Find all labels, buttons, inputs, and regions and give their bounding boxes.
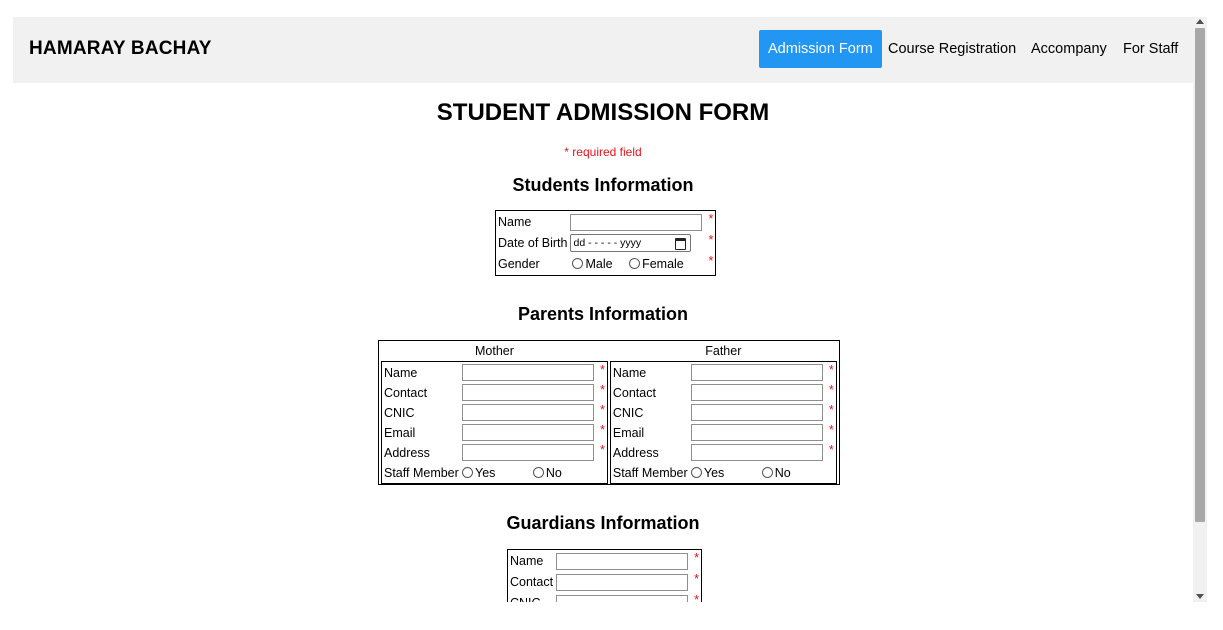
required-marker: * (708, 254, 714, 268)
mother-contact-input[interactable] (462, 384, 594, 401)
required-marker: * (828, 383, 834, 397)
mother-email-label: Email (384, 425, 416, 440)
brand-logo-text[interactable]: HAMARAY BACHAY (29, 38, 212, 60)
nav-link-course-registration[interactable]: Course Registration (879, 30, 1025, 68)
mother-column-heading: Mother (474, 344, 514, 358)
student-dob-label: Date of Birth (498, 236, 568, 250)
required-marker: * (600, 423, 605, 437)
required-marker: * (708, 212, 714, 226)
mother-name-label: Name (384, 365, 418, 380)
mother-contact-label: Contact (384, 385, 428, 400)
mother-staff-no-radio[interactable] (532, 466, 544, 478)
student-name-input[interactable] (570, 213, 703, 231)
father-contact-input[interactable] (690, 384, 823, 401)
nav-link-admission-form[interactable]: Admission Form (759, 30, 882, 68)
guardian-name-label: Name (510, 554, 544, 568)
father-column-heading: Father (705, 344, 742, 358)
required-marker: * (828, 443, 834, 457)
guardian-cnic-input[interactable] (556, 594, 689, 602)
required-marker: * (694, 551, 699, 565)
guardian-info-table: Name * Contact * CNIC * (507, 549, 702, 602)
nav-link-accompany[interactable]: Accompany (1022, 30, 1116, 68)
gender-male-radio[interactable] (572, 258, 584, 269)
father-contact-label: Contact (612, 385, 656, 400)
guardian-cnic-label: CNIC (509, 593, 554, 602)
father-cnic-input[interactable] (690, 404, 823, 421)
page-viewport: HAMARAY BACHAY Admission Form Course Reg… (13, 17, 1193, 602)
guardian-contact-label: Contact (510, 575, 554, 589)
scroll-down-arrow-icon[interactable] (1196, 594, 1204, 599)
required-marker: * (600, 363, 605, 377)
scrollbar-thumb[interactable] (1195, 28, 1205, 522)
required-marker: * (600, 403, 605, 417)
father-name-label: Name (612, 365, 647, 380)
mother-name-input[interactable] (462, 364, 594, 381)
mother-staff-label: Staff Member (384, 465, 459, 480)
parents-info-table: Mother Father Name * Contact * CNIC * Email… (378, 340, 840, 485)
page-title: STUDENT ADMISSION FORM (436, 99, 770, 126)
guardians-info-heading: Guardians Information (506, 513, 700, 533)
required-marker: * (828, 423, 834, 437)
guardian-name-input[interactable] (556, 552, 689, 570)
father-address-label: Address (612, 445, 659, 460)
mother-staff-yes-radio[interactable] (462, 466, 473, 478)
required-field-note: * required field (564, 145, 642, 159)
required-marker: * (600, 443, 605, 457)
scroll-up-arrow-icon[interactable] (1196, 19, 1204, 24)
father-cnic-label: CNIC (612, 405, 644, 420)
nav-link-for-staff[interactable]: For Staff (1114, 30, 1187, 68)
mother-email-input[interactable] (462, 424, 594, 441)
required-marker: * (828, 363, 834, 377)
father-name-input[interactable] (690, 364, 823, 381)
students-info-heading: Students Information (512, 175, 694, 195)
gender-female-label: Female (642, 257, 684, 271)
student-info-table: Name * Date of Birth dd - - - - - yyyy *… (495, 210, 717, 276)
mother-fields-table: Name * Contact * CNIC * Email * Address * Sta… (381, 361, 608, 484)
mother-cnic-label: CNIC (384, 405, 415, 420)
father-email-input[interactable] (690, 424, 823, 441)
father-address-input[interactable] (690, 444, 823, 461)
gender-male-label: Male (585, 257, 613, 271)
parents-info-heading: Parents Information (517, 304, 689, 324)
father-fields-table: Name * Contact * CNIC * Email * Address * Sta… (609, 361, 837, 484)
required-marker: * (828, 403, 834, 417)
vertical-scrollbar[interactable] (1193, 17, 1207, 602)
student-gender-label: Gender (498, 257, 540, 271)
required-marker: * (694, 593, 699, 602)
student-name-label: Name (498, 215, 532, 229)
father-staff-no-radio[interactable] (761, 466, 773, 478)
father-staff-label: Staff Member (612, 465, 688, 480)
mother-staff-yes-label: Yes (475, 465, 496, 480)
required-marker: * (694, 572, 699, 586)
father-staff-no-label: No (774, 465, 791, 480)
student-dob-input[interactable]: dd - - - - - yyyy (570, 234, 692, 252)
top-navbar: HAMARAY BACHAY Admission Form Course Reg… (13, 17, 1193, 83)
guardian-contact-input[interactable] (556, 573, 689, 591)
required-marker: * (600, 383, 605, 397)
mother-address-input[interactable] (462, 444, 594, 461)
mother-cnic-input[interactable] (462, 404, 594, 421)
mother-address-label: Address (384, 445, 430, 460)
father-email-label: Email (612, 425, 645, 440)
gender-female-radio[interactable] (629, 258, 641, 269)
calendar-icon[interactable] (675, 238, 687, 250)
father-staff-yes-radio[interactable] (690, 466, 702, 478)
father-staff-yes-label: Yes (703, 465, 725, 480)
dob-placeholder: dd - - - - - yyyy (573, 237, 642, 249)
required-marker: * (708, 233, 714, 247)
mother-staff-no-label: No (545, 465, 562, 480)
